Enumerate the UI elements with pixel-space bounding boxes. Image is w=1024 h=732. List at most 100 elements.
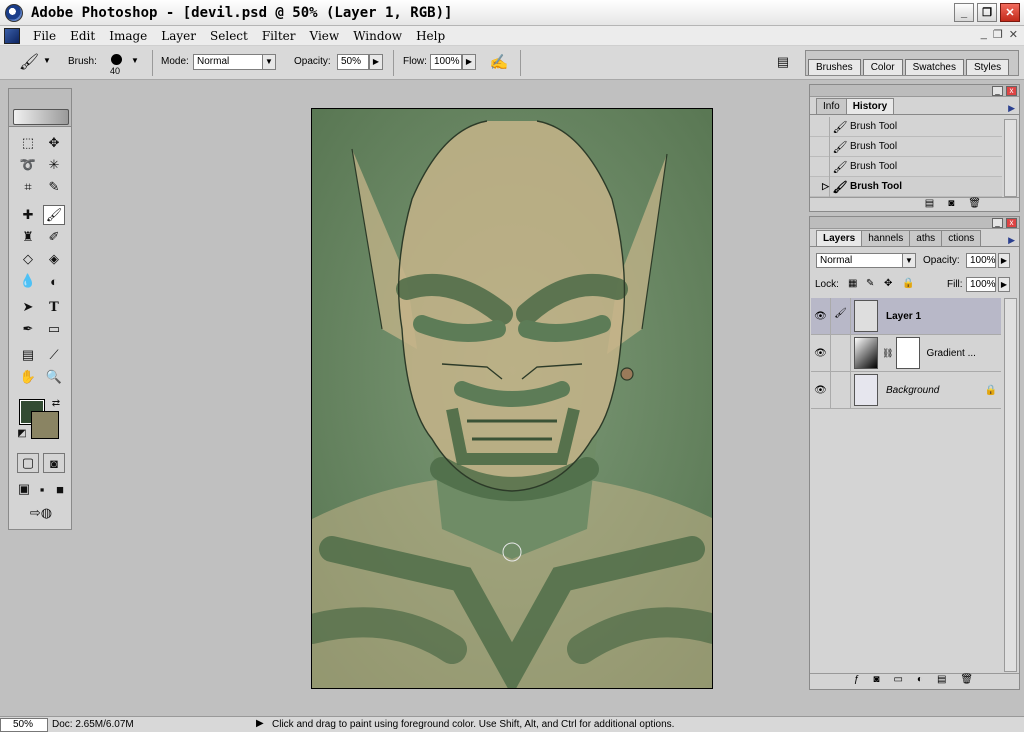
mode-dropdown-arrow[interactable]: ▼ [262,54,276,70]
lock-all-icon[interactable]: 🔒 [902,278,914,289]
photoshop-app-icon[interactable] [5,3,23,22]
brush-picker-dropdown[interactable]: ▼ [128,54,142,70]
path-selection-tool-icon[interactable]: ➤ [17,297,39,317]
layer-style-icon[interactable]: ƒ [854,674,874,685]
swap-colors-icon[interactable]: ⇄ [49,397,63,409]
tab-styles[interactable]: Styles [965,59,1010,75]
close-button[interactable]: ✕ [1000,3,1020,22]
background-color-swatch[interactable] [31,411,59,439]
panel-minimize-button[interactable]: _ [992,218,1003,228]
healing-brush-tool-icon[interactable]: ✚ [17,205,39,225]
hand-tool-icon[interactable]: ✋ [17,367,39,387]
layers-scrollbar[interactable] [1004,298,1017,672]
menu-edit[interactable]: Edit [63,29,102,43]
new-document-from-state-icon[interactable]: ▤ [925,198,948,209]
panel-minimize-button[interactable]: _ [992,86,1003,96]
standard-mode-icon[interactable]: ▢ [17,453,39,473]
menu-file[interactable]: File [26,29,63,43]
adobe-online-icon[interactable] [13,109,69,125]
menu-image[interactable]: Image [102,29,154,43]
menu-select[interactable]: Select [203,29,255,43]
mode-select[interactable]: Normal [193,54,263,70]
blend-mode-select[interactable]: Normal [816,253,906,268]
layer-row-gradient[interactable]: 👁 ⛓ Gradient ... [811,335,1001,372]
tab-history[interactable]: History [845,98,895,114]
history-item-current[interactable]: ▷ 🖌 Brush Tool [810,176,1002,197]
history-scrollbar[interactable] [1004,119,1017,197]
eraser-tool-icon[interactable]: ◇ [17,249,39,269]
crop-tool-icon[interactable]: ⌗ [17,177,39,197]
status-arrow-icon[interactable]: ▶ [256,718,264,729]
move-tool-icon[interactable]: ✥ [43,133,65,153]
adjustment-layer-icon[interactable]: ◐ [917,674,937,685]
document-menu-icon[interactable] [4,27,20,44]
lasso-tool-icon[interactable]: ➰ [17,155,39,175]
brush-tool-icon[interactable]: 🖌 [43,205,65,225]
visibility-eye-icon[interactable]: 👁 [811,298,831,334]
delete-layer-icon[interactable]: 🗑 [960,674,987,685]
tool-preset-dropdown[interactable]: ▼ [40,54,54,70]
layer-opacity-input[interactable]: 100% [966,253,996,268]
standard-screen-mode-icon[interactable]: ▣ [15,479,33,499]
brush-preset-icon[interactable]: 🖌 [18,52,40,72]
flow-input[interactable]: 100% [430,54,462,70]
history-item[interactable]: 🖌 Brush Tool [810,116,1002,137]
panel-menu-icon[interactable]: ▶ [1008,235,1015,246]
new-layer-icon[interactable]: ▤ [937,674,960,685]
tab-brushes[interactable]: Brushes [808,59,861,75]
jump-to-imageready-icon[interactable]: ⇨◍ [17,503,65,523]
rectangle-tool-icon[interactable]: ▭ [43,319,65,339]
opacity-slider-arrow[interactable]: ▶ [369,54,383,70]
link-cell[interactable] [831,372,851,408]
pen-tool-icon[interactable]: ✒ [17,319,39,339]
layer-opacity-slider-arrow[interactable]: ▶ [998,253,1010,268]
doc-close-button[interactable]: ✕ [1009,28,1018,41]
opacity-input[interactable]: 50% [337,54,369,70]
full-screen-mode-icon[interactable]: ■ [51,479,69,499]
tab-info[interactable]: Info [816,98,847,114]
doc-size-info[interactable]: Doc: 2.65M/6.07M [52,719,134,730]
brush-tip-icon[interactable] [111,54,122,65]
paint-bucket-tool-icon[interactable]: ◈ [43,249,65,269]
panel-menu-icon[interactable]: ▶ [1008,103,1015,114]
clone-stamp-tool-icon[interactable]: ♜ [17,227,39,247]
history-brush-tool-icon[interactable]: ✐ [43,227,65,247]
fill-slider-arrow[interactable]: ▶ [998,277,1010,292]
menu-layer[interactable]: Layer [154,29,203,43]
menu-filter[interactable]: Filter [255,29,303,43]
minimize-button[interactable]: _ [954,3,974,22]
layer-row-layer-1[interactable]: 👁 🖌 Layer 1 [811,298,1001,335]
zoom-tool-icon[interactable]: 🔍 [43,367,65,387]
tab-actions[interactable]: ctions [941,230,982,246]
type-tool-icon[interactable]: T [43,297,65,317]
blur-tool-icon[interactable]: 💧 [17,271,39,291]
brush-link-icon[interactable]: 🖌 [831,298,851,334]
fill-input[interactable]: 100% [966,277,996,292]
tab-paths[interactable]: aths [909,230,943,246]
history-item[interactable]: 🖌 Brush Tool [810,156,1002,177]
flow-slider-arrow[interactable]: ▶ [462,54,476,70]
menu-view[interactable]: View [303,29,347,43]
history-item[interactable]: 🖌 Brush Tool [810,136,1002,157]
restore-button[interactable]: ❐ [977,3,997,22]
document-canvas[interactable] [311,108,713,689]
menu-window[interactable]: Window [346,29,409,43]
quick-mask-mode-icon[interactable]: ◙ [43,453,65,473]
default-colors-icon[interactable]: ◩ [15,427,29,439]
marquee-tool-icon[interactable]: ⬚ [17,133,39,153]
full-screen-menu-mode-icon[interactable]: ▪ [33,479,51,499]
file-browser-icon[interactable]: ▤ [772,52,794,72]
visibility-eye-icon[interactable]: 👁 [811,372,831,408]
notes-tool-icon[interactable]: ▤ [17,345,39,365]
lock-transparency-icon[interactable]: ▦ [848,278,857,289]
airbrush-icon[interactable]: ✍ [488,52,510,72]
visibility-eye-icon[interactable]: 👁 [811,335,831,371]
new-snapshot-icon[interactable]: ◙ [948,198,968,209]
lock-image-icon[interactable]: ✎ [866,278,874,289]
doc-minimize-button[interactable]: _ [981,28,987,41]
layer-row-background[interactable]: 👁 Background 🔒 [811,372,1001,409]
tab-color[interactable]: Color [862,59,903,75]
tab-layers[interactable]: Layers [816,230,863,246]
link-cell[interactable] [831,335,851,371]
panel-close-button[interactable]: x [1006,218,1017,228]
